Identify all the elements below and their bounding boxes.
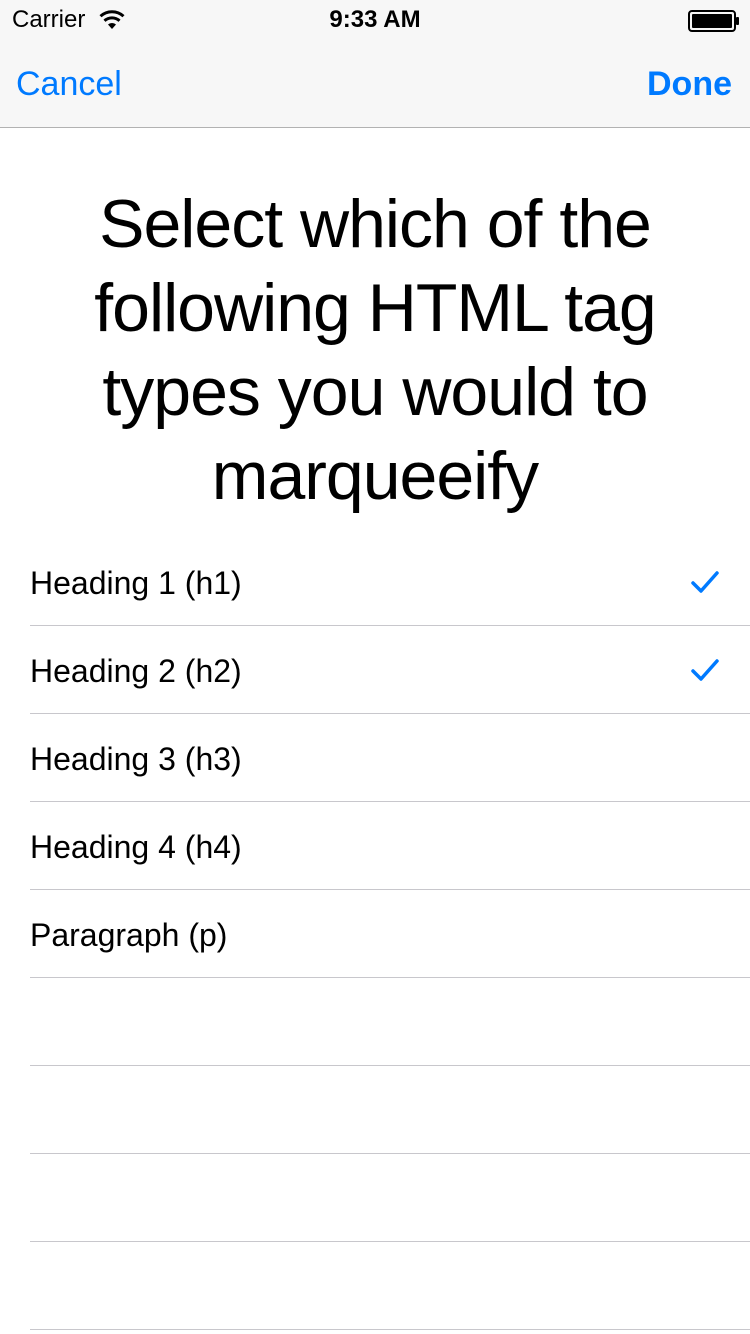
empty-row — [0, 1154, 750, 1242]
done-button[interactable]: Done — [647, 64, 732, 104]
battery-icon — [688, 10, 739, 32]
nav-bar: Cancel Done — [0, 40, 750, 128]
list-item-p[interactable]: Paragraph (p) — [0, 890, 750, 978]
tag-type-list: Heading 1 (h1) Heading 2 (h2) Heading 3 … — [0, 538, 750, 1330]
prompt-heading: Select which of the following HTML tag t… — [94, 186, 657, 514]
empty-row — [0, 1066, 750, 1154]
list-item-h1[interactable]: Heading 1 (h1) — [0, 538, 750, 626]
status-bar: Carrier 9:33 AM — [0, 0, 750, 40]
screen: Carrier 9:33 AM Cancel Done Select which… — [0, 0, 750, 1334]
list-item-h3[interactable]: Heading 3 (h3) — [0, 714, 750, 802]
list-item-label: Heading 4 (h4) — [30, 829, 242, 865]
empty-row — [0, 1242, 750, 1330]
list-item-h2[interactable]: Heading 2 (h2) — [0, 626, 750, 714]
top-chrome: Carrier 9:33 AM Cancel Done — [0, 0, 750, 128]
checkmark-icon — [691, 659, 719, 681]
list-item-label: Heading 3 (h3) — [30, 741, 242, 777]
cancel-button[interactable]: Cancel — [16, 64, 122, 104]
list-item-label: Paragraph (p) — [30, 917, 228, 953]
checkmark-icon — [691, 571, 719, 593]
list-item-h4[interactable]: Heading 4 (h4) — [0, 802, 750, 890]
empty-row — [0, 978, 750, 1066]
list-item-label: Heading 2 (h2) — [30, 653, 242, 689]
clock: 9:33 AM — [329, 6, 421, 33]
list-item-label: Heading 1 (h1) — [30, 565, 242, 601]
